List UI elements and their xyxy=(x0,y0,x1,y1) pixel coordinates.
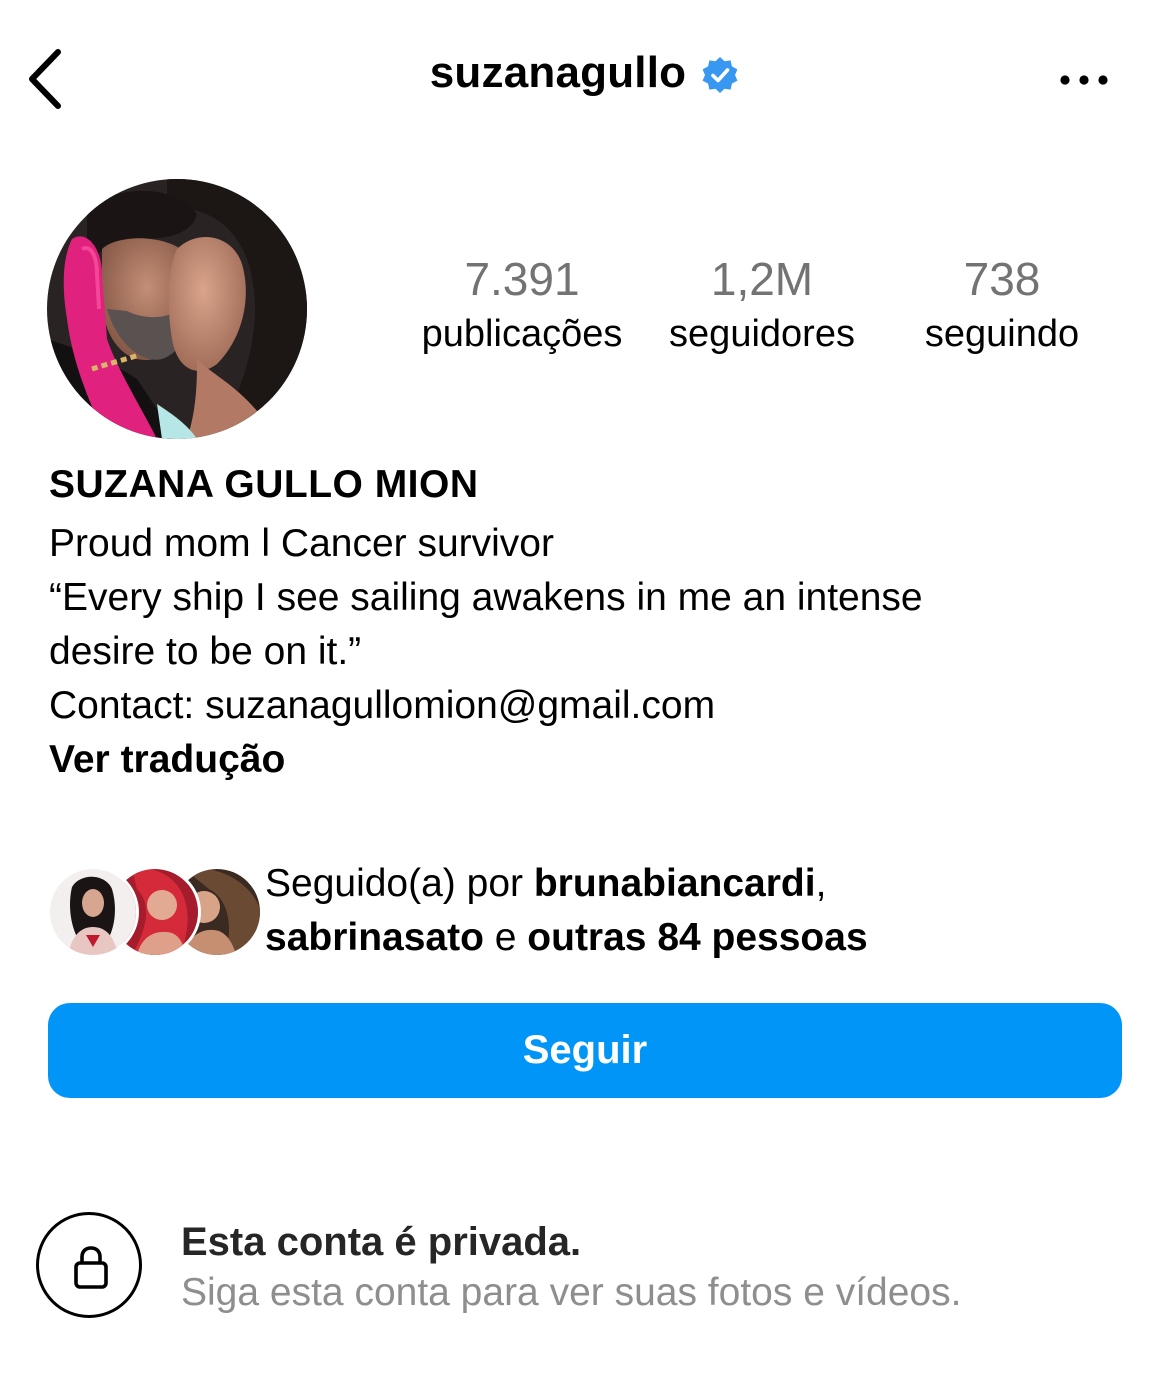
bio-line: desire to be on it.” xyxy=(49,630,362,673)
following-stat[interactable]: 738 seguindo xyxy=(900,252,1104,362)
private-account-title: Esta conta é privada. xyxy=(181,1220,582,1264)
mutual-follower-link[interactable]: brunabiancardi xyxy=(534,862,816,905)
posts-count: 7.391 xyxy=(464,253,580,305)
lock-icon xyxy=(74,1246,108,1289)
profile-avatar[interactable] xyxy=(47,179,307,439)
profile-username: suzanagullo xyxy=(429,48,687,97)
followed-by-conjunction: e xyxy=(483,916,528,959)
followed-by-separator: , xyxy=(815,862,827,905)
bio-line: Proud mom l Cancer survivor xyxy=(49,522,554,565)
more-horizontal-icon xyxy=(1060,75,1108,85)
following-count: 738 xyxy=(963,253,1041,305)
mutual-avatar xyxy=(47,866,139,958)
profile-display-name: SUZANA GULLO MION xyxy=(49,463,479,506)
followers-label: seguidores xyxy=(669,313,855,355)
header-title: suzanagullo xyxy=(0,48,1170,112)
followed-by-text[interactable]: Seguido(a) por brunabiancardi, sabrinasat… xyxy=(265,857,1145,965)
profile-header: suzanagullo xyxy=(0,0,1170,160)
posts-stat[interactable]: 7.391 publicações xyxy=(410,252,634,362)
see-translation-link[interactable]: Ver tradução xyxy=(49,733,285,787)
avatar-image xyxy=(47,179,307,439)
bio-line: “Every ship I see sailing awakens in me … xyxy=(49,576,923,619)
followers-count: 1,2M xyxy=(710,253,814,305)
followed-by-prefix: Seguido(a) por xyxy=(265,862,534,905)
bio-contact-line: Contact: suzanagullomion@gmail.com xyxy=(49,684,716,727)
mutual-followers-others-link[interactable]: outras 84 pessoas xyxy=(527,916,867,959)
more-options-button[interactable] xyxy=(1056,64,1112,96)
following-label: seguindo xyxy=(924,313,1080,355)
private-account-subtitle: Siga esta conta para ver suas fotos e ví… xyxy=(181,1271,962,1314)
posts-label: publicações xyxy=(421,313,623,355)
verified-badge-icon xyxy=(702,57,738,93)
mutual-follower-link[interactable]: sabrinasato xyxy=(265,916,484,959)
follow-button[interactable]: Seguir xyxy=(48,1003,1122,1098)
followers-stat[interactable]: 1,2M seguidores xyxy=(648,252,876,362)
mutual-followers-avatars[interactable] xyxy=(47,866,263,958)
lock-badge xyxy=(36,1212,142,1318)
